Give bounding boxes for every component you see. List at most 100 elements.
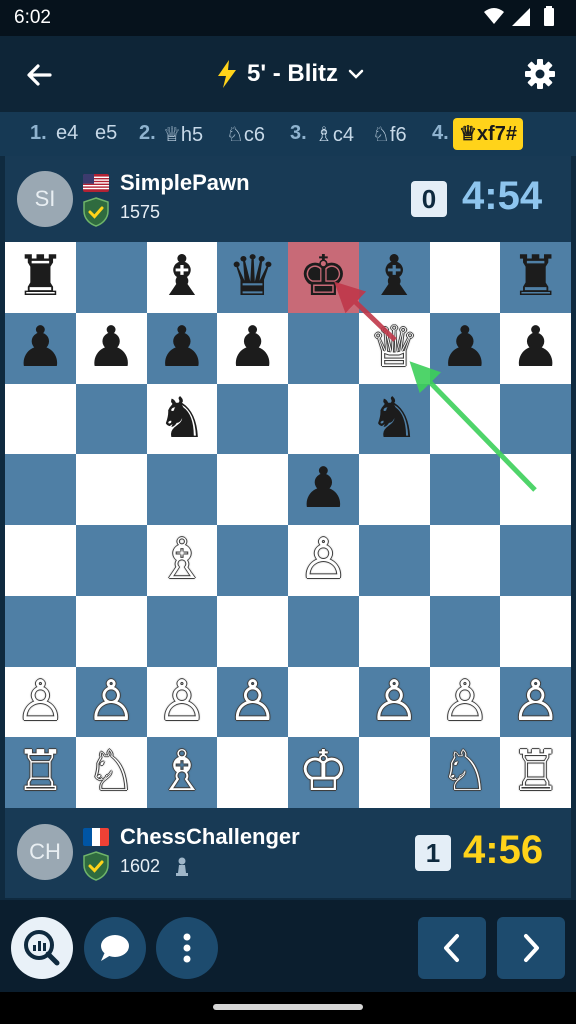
square-g6[interactable] bbox=[429, 383, 501, 455]
square-d3[interactable] bbox=[217, 595, 288, 667]
square-f4[interactable] bbox=[358, 525, 430, 596]
piece-c7[interactable]: ♟ bbox=[147, 313, 218, 384]
square-g3[interactable] bbox=[429, 595, 501, 667]
square-e6[interactable] bbox=[288, 383, 359, 455]
square-a3[interactable] bbox=[5, 595, 76, 667]
piece-b1[interactable]: ♘ bbox=[76, 737, 147, 808]
move-list[interactable]: 1. e4 e5 2. ♕h5 ♘c6 3. ♗c4 ♘f6 4. ♕xf7# bbox=[0, 112, 576, 156]
previous-move-button[interactable] bbox=[418, 917, 486, 979]
game-mode-title: 5' - Blitz bbox=[247, 60, 339, 87]
piece-g2[interactable]: ♙ bbox=[430, 667, 501, 738]
move-number-1: 1. bbox=[30, 122, 47, 144]
piece-b7[interactable]: ♟ bbox=[76, 313, 147, 384]
square-h4[interactable] bbox=[500, 525, 571, 596]
piece-e8[interactable]: ♚ bbox=[288, 242, 359, 313]
verified-shield-icon bbox=[83, 197, 109, 227]
square-g8[interactable] bbox=[429, 242, 501, 313]
move-3-black[interactable]: ♘f6 bbox=[372, 122, 407, 147]
piece-h2[interactable]: ♙ bbox=[500, 667, 571, 738]
piece-c1[interactable]: ♗ bbox=[147, 737, 218, 808]
piece-h7[interactable]: ♟ bbox=[500, 313, 571, 384]
piece-d7[interactable]: ♟ bbox=[217, 313, 288, 384]
more-button[interactable] bbox=[156, 917, 218, 979]
move-4-white-current[interactable]: ♕xf7# bbox=[453, 118, 523, 150]
piece-c2[interactable]: ♙ bbox=[147, 667, 218, 738]
square-c5[interactable] bbox=[146, 454, 218, 525]
player-name[interactable]: ChessChallenger bbox=[120, 824, 300, 850]
piece-c4[interactable]: ♗ bbox=[147, 525, 218, 596]
move-1-black[interactable]: e5 bbox=[95, 122, 117, 145]
square-f1[interactable] bbox=[358, 737, 430, 808]
square-c3[interactable] bbox=[146, 595, 218, 667]
square-e2[interactable] bbox=[288, 666, 359, 738]
piece-e5[interactable]: ♟ bbox=[288, 454, 359, 525]
chess-board[interactable]: ♜ ♝ ♛ ♚ ♝ ♜ ♟ ♟ ♟ ♟ ♕ ♟ ♟ ♞ ♞ ♟ ♗ ♙ ♙ ♙ ♙ ♙ ♙ ♙ ♙ ♖ ♘ ♗ ♔ ♘ ♖ bbox=[5, 242, 571, 808]
move-2-white[interactable]: ♕h5 bbox=[163, 122, 203, 147]
square-b6[interactable] bbox=[75, 383, 147, 455]
piece-d2[interactable]: ♙ bbox=[217, 667, 288, 738]
arrow-left-icon[interactable] bbox=[22, 58, 56, 92]
piece-a8[interactable]: ♜ bbox=[5, 242, 76, 313]
avatar[interactable]: SI bbox=[17, 171, 73, 227]
verified-shield-icon bbox=[83, 851, 109, 881]
score-badge: 1 bbox=[415, 835, 451, 871]
battery-icon bbox=[544, 8, 554, 26]
square-d4[interactable] bbox=[217, 525, 288, 596]
gear-icon[interactable] bbox=[522, 56, 558, 92]
square-a4[interactable] bbox=[5, 525, 76, 596]
piece-f8[interactable]: ♝ bbox=[359, 242, 430, 313]
piece-b2[interactable]: ♙ bbox=[76, 667, 147, 738]
game-mode-selector[interactable]: 5' - Blitz bbox=[215, 56, 366, 92]
analysis-button[interactable] bbox=[11, 917, 73, 979]
square-b3[interactable] bbox=[75, 595, 147, 667]
square-b4[interactable] bbox=[75, 525, 147, 596]
piece-d8[interactable]: ♛ bbox=[217, 242, 288, 313]
wifi-icon bbox=[484, 8, 504, 24]
piece-f7[interactable]: ♕ bbox=[359, 313, 430, 384]
piece-f2[interactable]: ♙ bbox=[359, 667, 430, 738]
square-g4[interactable] bbox=[429, 525, 501, 596]
chevron-down-icon bbox=[348, 69, 364, 79]
square-g5[interactable] bbox=[429, 454, 501, 525]
square-d5[interactable] bbox=[217, 454, 288, 525]
signal-icon bbox=[512, 8, 530, 26]
app-bar: 5' - Blitz bbox=[0, 36, 576, 112]
analysis-search-icon bbox=[24, 930, 60, 966]
square-d1[interactable] bbox=[217, 737, 288, 808]
piece-h8[interactable]: ♜ bbox=[500, 242, 571, 313]
avatar[interactable]: CH bbox=[17, 824, 73, 880]
player-name[interactable]: SimplePawn bbox=[120, 170, 250, 196]
france-flag-icon bbox=[83, 828, 109, 846]
home-gesture-pill[interactable] bbox=[213, 1004, 363, 1010]
piece-a1[interactable]: ♖ bbox=[5, 737, 76, 808]
move-3-white[interactable]: ♗c4 bbox=[315, 122, 354, 147]
square-h6[interactable] bbox=[500, 383, 571, 455]
square-h5[interactable] bbox=[500, 454, 571, 525]
move-1-white[interactable]: e4 bbox=[56, 122, 78, 145]
square-f5[interactable] bbox=[358, 454, 430, 525]
piece-e4[interactable]: ♙ bbox=[288, 525, 359, 596]
square-e7[interactable] bbox=[288, 312, 359, 384]
piece-g1[interactable]: ♘ bbox=[430, 737, 501, 808]
chat-bubble-icon bbox=[101, 935, 129, 961]
square-a6[interactable] bbox=[5, 383, 76, 455]
square-a5[interactable] bbox=[5, 454, 76, 525]
square-h3[interactable] bbox=[500, 595, 571, 667]
chat-button[interactable] bbox=[84, 917, 146, 979]
piece-g7[interactable]: ♟ bbox=[430, 313, 501, 384]
move-2-black[interactable]: ♘c6 bbox=[226, 122, 265, 147]
square-e3[interactable] bbox=[288, 595, 359, 667]
piece-a2[interactable]: ♙ bbox=[5, 667, 76, 738]
piece-c8[interactable]: ♝ bbox=[147, 242, 218, 313]
next-move-button[interactable] bbox=[497, 917, 565, 979]
square-b8[interactable] bbox=[75, 242, 147, 313]
piece-h1[interactable]: ♖ bbox=[500, 737, 571, 808]
piece-f6[interactable]: ♞ bbox=[359, 384, 430, 455]
square-d6[interactable] bbox=[217, 383, 288, 455]
piece-a7[interactable]: ♟ bbox=[5, 313, 76, 384]
piece-e1[interactable]: ♔ bbox=[288, 737, 359, 808]
piece-c6[interactable]: ♞ bbox=[147, 384, 218, 455]
square-b5[interactable] bbox=[75, 454, 147, 525]
top-player-panel: SI SimplePawn 1575 0 4:54 bbox=[5, 156, 571, 242]
square-f3[interactable] bbox=[358, 595, 430, 667]
